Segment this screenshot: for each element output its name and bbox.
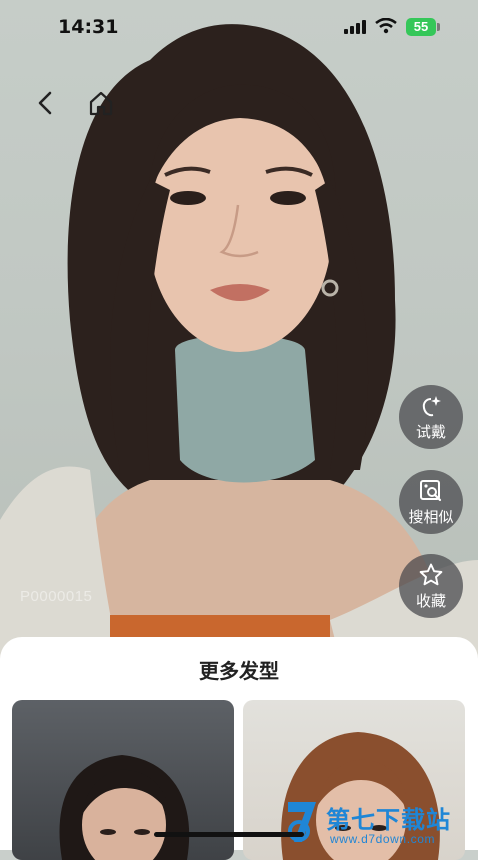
search-similar-button[interactable]: 搜相似 [399,470,463,534]
try-on-label: 试戴 [415,422,446,441]
status-time: 14:31 [58,16,119,38]
favorite-button[interactable]: 收藏 [399,554,463,618]
battery-cap-icon [437,23,440,31]
home-button[interactable] [84,86,118,120]
search-similar-label: 搜相似 [408,507,454,526]
cellular-signal-icon [344,20,366,34]
home-icon [89,91,113,116]
site-watermark-url: www.d7down.com [330,832,436,846]
back-button[interactable] [28,86,62,120]
image-search-icon [420,479,442,501]
more-styles-title: 更多发型 [199,659,279,683]
hairstyle-photo [0,0,478,660]
photo-id-watermark: P0000015 [20,588,93,605]
site-logo-icon [288,802,316,842]
status-bar: 14:31 55 [0,0,478,56]
home-indicator[interactable] [154,832,304,837]
site-watermark: 第七下载站 www.d7down.com [282,796,478,850]
site-watermark-name: 第七下载站 [326,806,451,834]
favorite-label: 收藏 [415,591,446,610]
wifi-icon [375,18,397,34]
battery-level: 55 [406,18,436,36]
chevron-left-icon [38,91,52,115]
star-icon [419,563,443,585]
portrait-illustration [0,24,478,660]
try-on-button[interactable]: 试戴 [399,385,463,449]
sparkle-face-icon [422,395,441,416]
